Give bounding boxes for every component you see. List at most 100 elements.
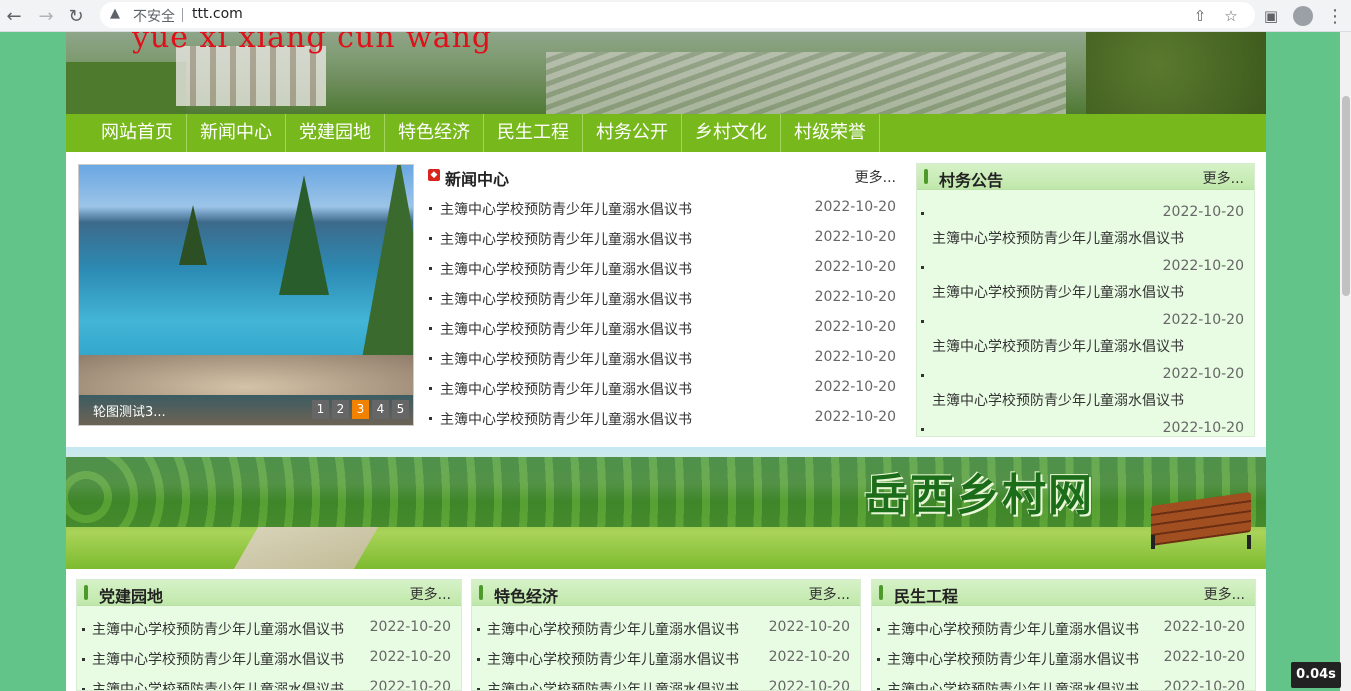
kebab-menu-icon[interactable]: ⋮ [1323, 4, 1347, 28]
news-more-link[interactable]: 更多... [855, 167, 896, 187]
bullet-icon [82, 658, 85, 661]
list-item-title[interactable]: 主簿中心学校预防青少年儿童溺水倡议书 [487, 649, 739, 669]
party-column: 党建园地 更多... 主簿中心学校预防青少年儿童溺水倡议书 2022-10-20 … [76, 579, 462, 691]
news-item[interactable]: 主簿中心学校预防青少年儿童溺水倡议书 2022-10-20 [428, 195, 896, 225]
security-label: 不安全 [133, 9, 175, 25]
nav-item-culture[interactable]: 乡村文化 [682, 114, 781, 152]
list-item[interactable]: 主簿中心学校预防青少年儿童溺水倡议书 2022-10-20 [472, 644, 860, 674]
warning-icon: ▲ [110, 6, 120, 21]
list-item-title[interactable]: 主簿中心学校预防青少年儿童溺水倡议书 [92, 679, 344, 690]
party-more-link[interactable]: 更多... [410, 584, 451, 604]
news-item-title[interactable]: 主簿中心学校预防青少年儿童溺水倡议书 [440, 349, 692, 369]
nav-item-livelihood[interactable]: 民生工程 [484, 114, 583, 152]
news-item[interactable]: 主簿中心学校预防青少年儿童溺水倡议书 2022-10-20 [428, 345, 896, 375]
news-item[interactable]: 主簿中心学校预防青少年儿童溺水倡议书 2022-10-20 [428, 315, 896, 345]
slider-page-3[interactable]: 3 [352, 400, 369, 419]
url-text[interactable]: ttt.com [192, 6, 243, 22]
list-item-title[interactable]: 主簿中心学校预防青少年儿童溺水倡议书 [887, 619, 1139, 639]
list-item[interactable]: 主簿中心学校预防青少年儿童溺水倡议书 2022-10-20 [872, 674, 1255, 690]
scrollbar-thumb[interactable] [1342, 96, 1350, 296]
bullet-icon [877, 628, 880, 631]
list-item-date: 2022-10-20 [369, 649, 451, 665]
list-item-title[interactable]: 主簿中心学校预防青少年儿童溺水倡议书 [887, 679, 1139, 690]
nav-item-party[interactable]: 党建园地 [286, 114, 385, 152]
banner-trees-right [1086, 32, 1266, 114]
notice-item[interactable]: 2022-10-20 主簿中心学校预防青少年儿童溺水倡议书 [917, 362, 1254, 416]
banner-trees-left [66, 62, 186, 114]
list-item[interactable]: 主簿中心学校预防青少年儿童溺水倡议书 2022-10-20 [77, 614, 461, 644]
news-item-title[interactable]: 主簿中心学校预防青少年儿童溺水倡议书 [440, 379, 692, 399]
nav-item-honors[interactable]: 村级荣誉 [781, 114, 880, 152]
news-item-title[interactable]: 主簿中心学校预防青少年儿童溺水倡议书 [440, 409, 692, 429]
image-slider[interactable]: 轮图测试3... 1 2 3 4 5 [78, 164, 414, 426]
nav-item-economy[interactable]: 特色经济 [385, 114, 484, 152]
list-item-title[interactable]: 主簿中心学校预防青少年儿童溺水倡议书 [92, 619, 344, 639]
list-item[interactable]: 主簿中心学校预防青少年儿童溺水倡议书 2022-10-20 [77, 674, 461, 690]
notice-item-title[interactable]: 主簿中心学校预防青少年儿童溺水倡议书 [932, 390, 1184, 410]
notice-item-title[interactable]: 主簿中心学校预防青少年儿童溺水倡议书 [932, 228, 1184, 248]
notice-title: 村务公告 [939, 171, 1004, 190]
news-item-date: 2022-10-20 [814, 289, 896, 305]
forward-arrow-icon[interactable]: → [34, 4, 58, 28]
list-item-title[interactable]: 主簿中心学校预防青少年儿童溺水倡议书 [487, 679, 739, 690]
news-item[interactable]: 主簿中心学校预防青少年儿童溺水倡议书 2022-10-20 [428, 285, 896, 315]
news-flag-icon: ◆ [428, 169, 440, 181]
bookmark-star-icon[interactable]: ☆ [1219, 4, 1243, 28]
slider-pager: 1 2 3 4 5 [312, 400, 409, 419]
news-item-title[interactable]: 主簿中心学校预防青少年儿童溺水倡议书 [440, 229, 692, 249]
bullet-icon [921, 212, 924, 215]
slider-page-4[interactable]: 4 [372, 400, 389, 419]
notice-item[interactable]: 2022-10-20 主簿中心学校预防青少年儿童溺水倡议书 [917, 308, 1254, 362]
list-item-title[interactable]: 主簿中心学校预防青少年儿童溺水倡议书 [92, 649, 344, 669]
nav-item-news[interactable]: 新闻中心 [187, 114, 286, 152]
notice-item[interactable]: 2022-10-20 主簿中心学校预防青少年儿童溺水倡议书 [917, 200, 1254, 254]
nav-item-home[interactable]: 网站首页 [88, 114, 187, 152]
list-item[interactable]: 主簿中心学校预防青少年儿童溺水倡议书 2022-10-20 [77, 644, 461, 674]
bullet-icon [921, 428, 924, 431]
bullet-icon [429, 297, 432, 300]
slider-tree [179, 205, 207, 265]
news-item-title[interactable]: 主簿中心学校预防青少年儿童溺水倡议书 [440, 259, 692, 279]
economy-more-link[interactable]: 更多... [809, 584, 850, 604]
address-bar[interactable]: ▲ 不安全 ttt.com [100, 2, 1255, 28]
share-icon[interactable]: ⇧ [1188, 4, 1212, 28]
slider-caption[interactable]: 轮图测试3... [93, 401, 166, 420]
nav-item-village-affairs[interactable]: 村务公开 [583, 114, 682, 152]
list-item[interactable]: 主簿中心学校预防青少年儿童溺水倡议书 2022-10-20 [472, 674, 860, 690]
reload-icon[interactable]: ↻ [64, 4, 88, 28]
notice-item[interactable]: 2022-10-20 [917, 416, 1254, 436]
livelihood-more-link[interactable]: 更多... [1204, 584, 1245, 604]
slider-page-1[interactable]: 1 [312, 400, 329, 419]
list-item[interactable]: 主簿中心学校预防青少年儿童溺水倡议书 2022-10-20 [472, 614, 860, 644]
news-item-title[interactable]: 主簿中心学校预防青少年儿童溺水倡议书 [440, 199, 692, 219]
slider-page-2[interactable]: 2 [332, 400, 349, 419]
economy-title: 特色经济 [494, 587, 559, 606]
news-item-title[interactable]: 主簿中心学校预防青少年儿童溺水倡议书 [440, 289, 692, 309]
news-item[interactable]: 主簿中心学校预防青少年儿童溺水倡议书 2022-10-20 [428, 375, 896, 405]
party-title: 党建园地 [99, 587, 164, 606]
side-panel-icon[interactable]: ▣ [1259, 4, 1283, 28]
list-item[interactable]: 主簿中心学校预防青少年儿童溺水倡议书 2022-10-20 [872, 614, 1255, 644]
banner-village [176, 46, 326, 106]
livelihood-header: 民生工程 更多... [872, 580, 1255, 606]
notice-item-title[interactable]: 主簿中心学校预防青少年儿童溺水倡议书 [932, 282, 1184, 302]
bench-legs [1151, 535, 1251, 549]
list-item-title[interactable]: 主簿中心学校预防青少年儿童溺水倡议书 [887, 649, 1139, 669]
list-item-title[interactable]: 主簿中心学校预防青少年儿童溺水倡议书 [487, 619, 739, 639]
list-item[interactable]: 主簿中心学校预防青少年儿童溺水倡议书 2022-10-20 [872, 644, 1255, 674]
news-item[interactable]: 主簿中心学校预防青少年儿童溺水倡议书 2022-10-20 [428, 255, 896, 285]
notice-more-link[interactable]: 更多... [1203, 168, 1244, 188]
header-bar-icon [924, 169, 928, 184]
slider-page-5[interactable]: 5 [392, 400, 409, 419]
news-item[interactable]: 主簿中心学校预防青少年儿童溺水倡议书 2022-10-20 [428, 225, 896, 255]
browser-toolbar: ← → ↻ ▲ 不安全 ttt.com ⇧ ☆ ▣ ⋮ [0, 0, 1351, 32]
profile-avatar-icon[interactable] [1291, 4, 1315, 28]
livelihood-title: 民生工程 [894, 587, 959, 606]
back-arrow-icon[interactable]: ← [2, 4, 26, 28]
news-item[interactable]: 主簿中心学校预防青少年儿童溺水倡议书 2022-10-20 [428, 405, 896, 435]
notice-item-date: 2022-10-20 [1162, 420, 1244, 436]
notice-item-title[interactable]: 主簿中心学校预防青少年儿童溺水倡议书 [932, 336, 1184, 356]
economy-column: 特色经济 更多... 主簿中心学校预防青少年儿童溺水倡议书 2022-10-20 … [471, 579, 861, 691]
notice-item[interactable]: 2022-10-20 主簿中心学校预防青少年儿童溺水倡议书 [917, 254, 1254, 308]
news-item-title[interactable]: 主簿中心学校预防青少年儿童溺水倡议书 [440, 319, 692, 339]
